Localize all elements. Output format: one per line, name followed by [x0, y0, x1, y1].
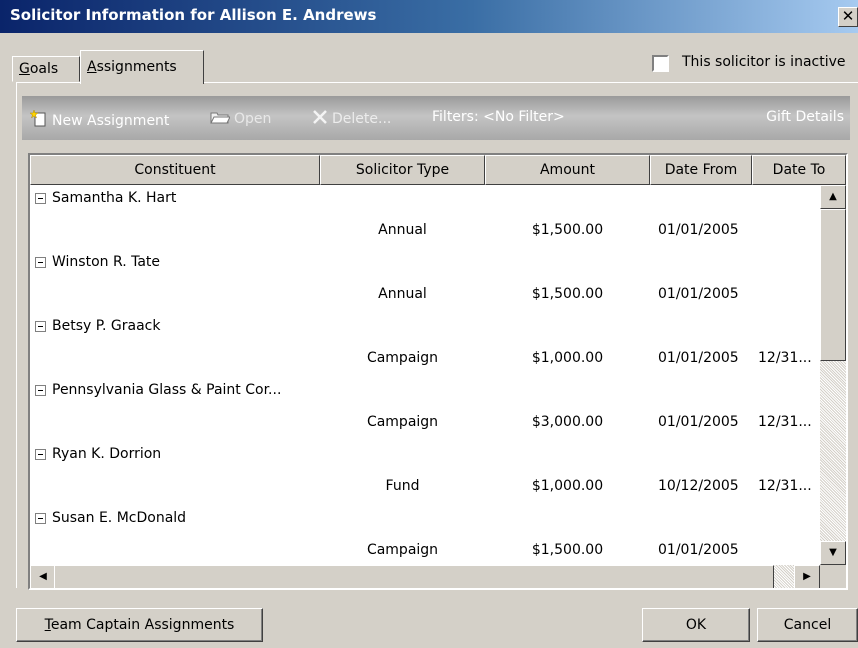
delete-x-icon [313, 110, 327, 124]
constituent-name: Ryan K. Dorrion [52, 446, 162, 462]
title-bar[interactable]: Solicitor Information for Allison E. And… [0, 0, 858, 33]
tab-assignments[interactable]: Assignments [80, 50, 204, 84]
amount-cell: $1,000.00 [531, 350, 604, 366]
scroll-down-button[interactable]: ▼ [820, 541, 846, 565]
date-from-cell: 10/12/2005 [658, 478, 739, 494]
assignment-row[interactable]: Campaign $1,000.00 01/01/2005 12/31... [30, 346, 820, 372]
group-row[interactable]: Ryan K. Dorrion [30, 442, 820, 468]
assignments-toolbar: New Assignment Open Delete... Filters: <… [22, 96, 850, 140]
column-header-date-from[interactable]: Date From [650, 155, 752, 185]
solicitor-type-cell: Campaign [366, 414, 439, 430]
column-header-date-to[interactable]: Date To [752, 155, 846, 185]
scroll-up-button[interactable]: ▲ [820, 185, 846, 209]
vertical-scrollbar[interactable]: ▲ ▼ [820, 185, 846, 565]
vertical-scroll-thumb[interactable] [820, 209, 846, 361]
ok-button[interactable]: OK [642, 608, 750, 642]
team-captain-assignments-button[interactable]: Team Captain Assignments [16, 608, 263, 642]
assignment-row[interactable]: Campaign $3,000.00 01/01/2005 12/31... [30, 410, 820, 436]
cancel-button[interactable]: Cancel [757, 608, 858, 642]
delete-button[interactable]: Delete... [312, 109, 391, 127]
date-from-cell: 01/01/2005 [658, 286, 739, 302]
collapse-toggle-icon[interactable] [35, 449, 46, 460]
gift-details-button[interactable]: Gift Details [766, 109, 844, 125]
amount-cell: $3,000.00 [531, 414, 604, 430]
solicitor-type-cell: Annual [378, 222, 427, 238]
constituent-name: Winston R. Tate [52, 254, 161, 270]
column-header-solicitor-type[interactable]: Solicitor Type [320, 155, 485, 185]
date-to-cell: 12/31... [758, 350, 812, 366]
date-from-cell: 01/01/2005 [658, 414, 739, 430]
new-document-icon [30, 109, 46, 127]
inactive-checkbox[interactable] [652, 55, 669, 72]
scroll-left-button[interactable]: ◀ [30, 565, 56, 588]
collapse-toggle-icon[interactable] [35, 257, 46, 268]
constituent-name: Betsy P. Graack [52, 318, 161, 334]
inactive-checkbox-label: This solicitor is inactive [682, 54, 846, 70]
new-assignment-button[interactable]: New Assignment [30, 109, 169, 129]
window-title: Solicitor Information for Allison E. And… [10, 6, 377, 24]
collapse-toggle-icon[interactable] [35, 193, 46, 204]
scroll-right-button[interactable]: ▶ [794, 565, 820, 588]
scrollbar-corner [820, 565, 846, 588]
collapse-toggle-icon[interactable] [35, 321, 46, 332]
tab-goals[interactable]: Goals [12, 56, 80, 82]
constituent-name: Samantha K. Hart [52, 190, 177, 206]
constituent-name: Susan E. McDonald [52, 510, 187, 526]
date-from-cell: 01/01/2005 [658, 542, 739, 558]
solicitor-information-dialog: Solicitor Information for Allison E. And… [0, 0, 858, 648]
solicitor-type-cell: Annual [378, 286, 427, 302]
amount-cell: $1,500.00 [531, 222, 604, 238]
date-to-cell: 12/31... [758, 414, 812, 430]
assignment-row[interactable]: Annual $1,500.00 01/01/2005 [30, 282, 820, 308]
date-from-cell: 01/01/2005 [658, 350, 739, 366]
assignments-grid[interactable]: Constituent Solicitor Type Amount Date F… [28, 153, 848, 590]
assignment-row[interactable]: Annual $1,500.00 01/01/2005 [30, 218, 820, 244]
filters-button[interactable]: Filters: <No Filter> [432, 109, 565, 125]
constituent-name: Pennsylvania Glass & Paint Cor... [52, 382, 282, 398]
assignment-row[interactable]: Campaign $1,500.00 01/01/2005 [30, 538, 820, 564]
group-row[interactable]: Samantha K. Hart [30, 186, 820, 212]
date-to-cell: 12/31... [758, 478, 812, 494]
group-row[interactable]: Pennsylvania Glass & Paint Cor... [30, 378, 820, 404]
grid-header: Constituent Solicitor Type Amount Date F… [30, 155, 846, 185]
amount-cell: $1,000.00 [531, 478, 604, 494]
collapse-toggle-icon[interactable] [35, 513, 46, 524]
solicitor-type-cell: Fund [385, 478, 420, 494]
date-from-cell: 01/01/2005 [658, 222, 739, 238]
assignment-row[interactable]: Fund $1,000.00 10/12/2005 12/31... [30, 474, 820, 500]
group-row[interactable]: Winston R. Tate [30, 250, 820, 276]
solicitor-type-cell: Campaign [366, 542, 439, 558]
amount-cell: $1,500.00 [531, 542, 604, 558]
solicitor-type-cell: Campaign [366, 350, 439, 366]
amount-cell: $1,500.00 [531, 286, 604, 302]
open-button[interactable]: Open [210, 109, 271, 127]
close-button[interactable]: ✕ [838, 7, 858, 27]
column-header-constituent[interactable]: Constituent [30, 155, 320, 185]
column-header-amount[interactable]: Amount [485, 155, 650, 185]
group-row[interactable]: Betsy P. Graack [30, 314, 820, 340]
folder-open-icon [210, 112, 230, 124]
horizontal-scroll-thumb[interactable] [54, 565, 774, 588]
collapse-toggle-icon[interactable] [35, 385, 46, 396]
group-row[interactable]: Susan E. McDonald [30, 506, 820, 532]
horizontal-scrollbar[interactable]: ◀ ▶ [30, 565, 820, 588]
